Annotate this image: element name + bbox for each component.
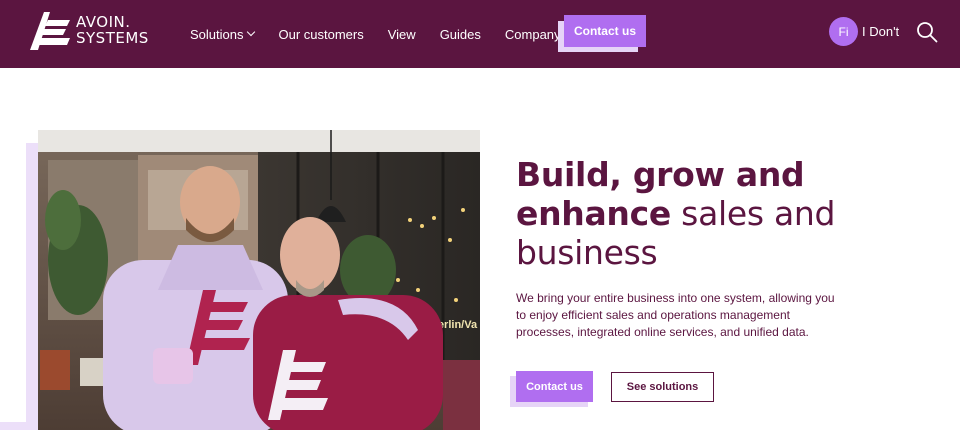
nav-label-guides: Guides (439, 26, 481, 42)
logo-line-1: AVOIN. (76, 13, 131, 31)
hero-title: Build, grow and enhance sales and business (516, 155, 936, 272)
see-solutions-button[interactable]: See solutions (611, 372, 714, 402)
main-nav: Solutions Our customers View Guides Comp… (190, 0, 596, 68)
nav-item-our-customers[interactable]: Our customers (278, 27, 363, 42)
header-contact-button[interactable]: Contact us (564, 15, 646, 47)
hero-title-light-3: business (516, 233, 658, 272)
site-header: AVOIN. SYSTEMS Solutions Our customers V… (0, 0, 960, 68)
nav-label-solutions: Solutions (190, 26, 244, 42)
chevron-down-icon (247, 27, 256, 37)
logo-mark-icon (30, 12, 70, 50)
logo-wordmark: AVOIN. SYSTEMS (76, 14, 149, 46)
avoin-systems-logo[interactable]: AVOIN. SYSTEMS (30, 12, 150, 52)
avatar: Fi (829, 17, 858, 46)
header-contact-wrap: Contact us (558, 15, 646, 52)
nav-label-our-customers: Our customers (278, 26, 364, 42)
hero-title-bold-1: Build, grow and (516, 155, 805, 194)
nav-item-view[interactable]: View (388, 27, 416, 42)
hero-title-bold-2: enhance (516, 194, 671, 233)
hero-photo-illustration: Berlin/Va (38, 130, 480, 430)
hero-photo: Berlin/Va (38, 130, 480, 430)
hero-contact-button[interactable]: Contact us (516, 371, 593, 402)
nav-label-view: View (387, 26, 416, 42)
nav-label-company: Company (504, 26, 561, 42)
nav-item-guides[interactable]: Guides (440, 27, 481, 42)
search-icon[interactable] (916, 21, 938, 43)
hero-title-light-2: sales and (670, 194, 836, 233)
logo-line-2: SYSTEMS (76, 29, 149, 47)
user-menu[interactable]: Fi I Don't (829, 17, 899, 46)
nav-item-solutions[interactable]: Solutions (190, 26, 256, 42)
hero-contact-wrap: Contact us (510, 371, 594, 407)
user-name: I Don't (862, 24, 900, 39)
hero-description: We bring your entire business into one s… (516, 291, 835, 339)
